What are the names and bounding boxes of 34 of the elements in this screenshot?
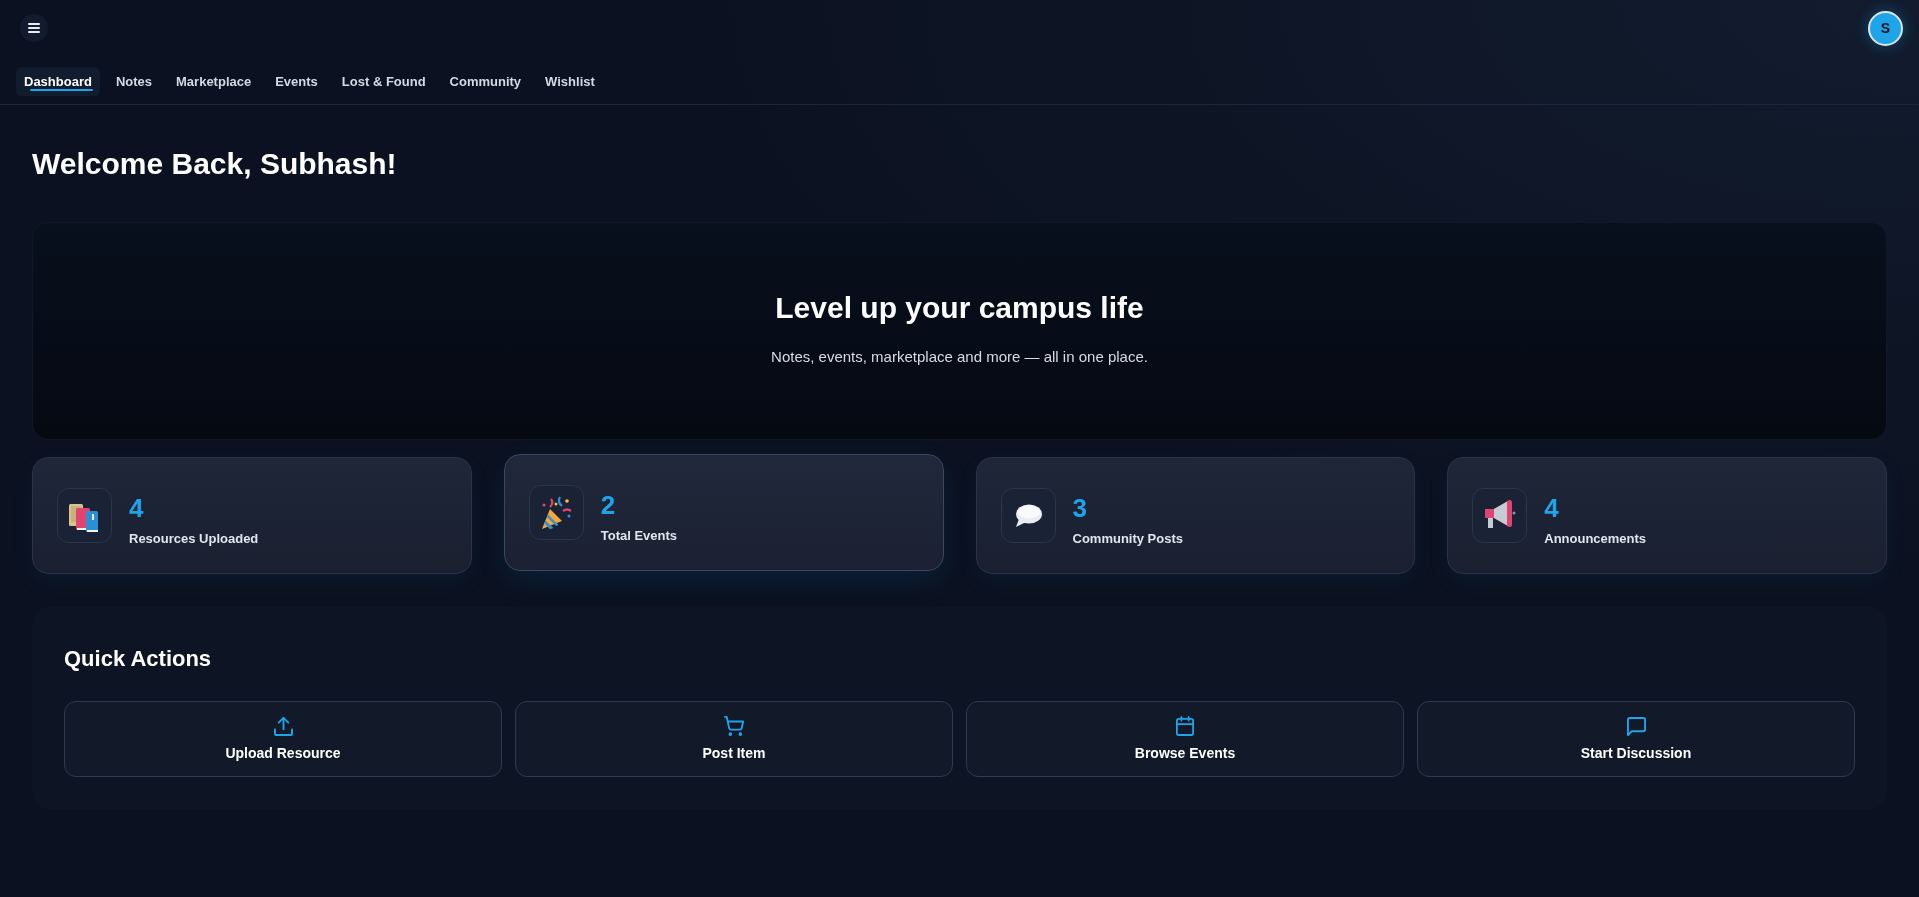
quick-action-button[interactable]: Start Discussion — [1417, 701, 1855, 777]
menu-button[interactable] — [20, 14, 48, 42]
hero-subtitle: Notes, events, marketplace and more — all in one place. — [771, 347, 1148, 367]
quick-action-button[interactable]: Upload Resource — [64, 701, 502, 777]
profile-avatar[interactable]: S — [1868, 10, 1903, 46]
menu-icon — [28, 23, 40, 33]
upload-icon — [273, 716, 293, 736]
nav-tab[interactable]: Events — [267, 67, 326, 96]
nav-tab[interactable]: Lost & Found — [333, 67, 434, 96]
books-icon — [57, 488, 112, 543]
calendar-icon — [1176, 716, 1194, 736]
hero-title: Level up your campus life — [775, 290, 1144, 326]
section-heading: Quick Actions — [64, 645, 213, 673]
stat-value: 2 — [600, 490, 617, 520]
speech-bubble-icon — [1000, 488, 1056, 543]
nav-tab[interactable]: Community — [441, 67, 530, 96]
stat-label: Announcements — [1544, 530, 1647, 548]
stat-label: Total Events — [600, 527, 678, 545]
nav-tab[interactable]: Notes — [107, 67, 161, 96]
quick-action-button[interactable]: Browse Events — [966, 701, 1404, 777]
nav-tab[interactable]: Wishlist — [537, 67, 603, 96]
party-popper-icon — [528, 485, 584, 540]
chat-bubble-icon — [1626, 716, 1646, 736]
stat-value: 4 — [1544, 493, 1560, 523]
page-heading: Welcome Back, Subhash! — [32, 146, 398, 182]
nav-tab[interactable]: Dashboard — [16, 67, 100, 96]
nav-tab[interactable]: Marketplace — [168, 67, 260, 96]
megaphone-icon — [1472, 488, 1528, 543]
stat-label: Resources Uploaded — [129, 530, 259, 548]
shopping-cart-icon — [724, 716, 744, 736]
stat-value: 4 — [129, 493, 145, 523]
stat-value: 3 — [1072, 493, 1088, 523]
quick-action-button[interactable]: Post Item — [515, 701, 953, 777]
stat-label: Community Posts — [1072, 530, 1183, 548]
